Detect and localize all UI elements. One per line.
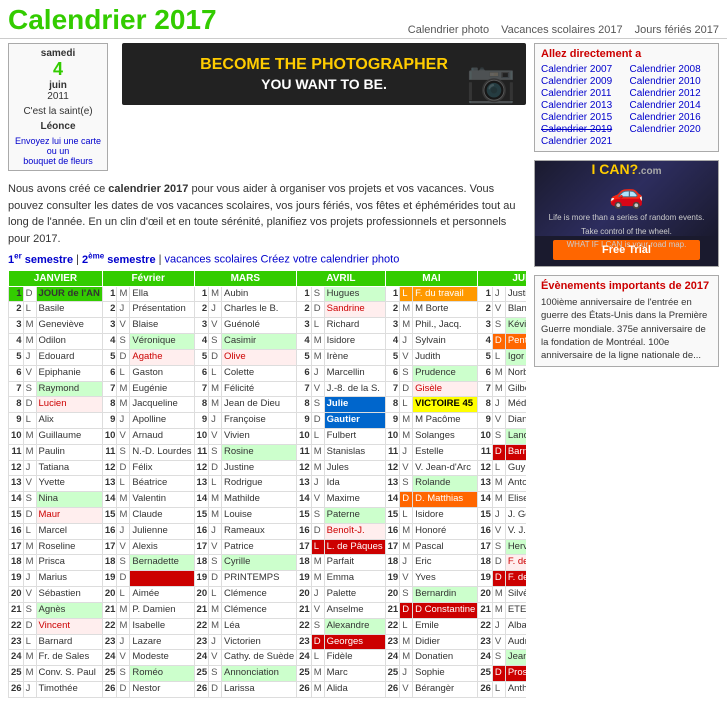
table-row: 1DJOUR de l'AN 1MElla 1MAubin 1SHugues 1… xyxy=(9,286,527,302)
nav-jours-feries[interactable]: Jours fériés 2017 xyxy=(635,24,719,36)
table-row: 9LAlix 9JApolline 9JFrançoise 9DGautier … xyxy=(9,413,527,429)
table-row: 14SNina 14MValentin 14MMathilde 14VMaxim… xyxy=(9,492,527,508)
events-box: Évènements importants de 2017 100ième an… xyxy=(534,275,719,367)
table-row: 6VEpiphanie 6LGaston 6LColette 6JMarcell… xyxy=(9,365,527,381)
sidebar-link-2011[interactable]: Calendrier 2011 xyxy=(541,88,624,99)
banner-ad: BECOME THE PHOTOGRAPHER YOU WANT TO BE. … xyxy=(122,43,526,105)
sidebar-link-2010[interactable]: Calendrier 2010 xyxy=(630,76,713,87)
bouquet-link[interactable]: bouquet de fleurs xyxy=(23,156,93,166)
table-row: 21SAgnès 21MP. Damien 21MClémence 21VAns… xyxy=(9,602,527,618)
page-header: Calendrier 2017 Calendrier photo Vacance… xyxy=(0,0,727,39)
table-row: 24MFr. de Sales 24VModeste 24VCathy. de … xyxy=(9,650,527,666)
sidebar-link-2016[interactable]: Calendrier 2016 xyxy=(630,112,713,123)
events-text: 100ième anniversaire de l'entrée en guer… xyxy=(541,296,712,362)
sidebar-link-2015[interactable]: Calendrier 2015 xyxy=(541,112,624,123)
sidebar-link-2019[interactable]: Calendrier 2019 xyxy=(541,124,624,135)
month-jan-header: JANVIER xyxy=(9,270,103,286)
table-row: 13VYvette 13LBéatrice 13LRodrigue 13JIda… xyxy=(9,476,527,492)
sidebar-link-2014[interactable]: Calendrier 2014 xyxy=(630,100,713,111)
sidebar-link-2013[interactable]: Calendrier 2013 xyxy=(541,100,624,111)
page-title: Calendrier 2017 xyxy=(8,4,217,36)
intro-bold: calendrier 2017 xyxy=(108,183,188,195)
table-row: 18MPrisca 18SBernadette 18SCyrille 18MPa… xyxy=(9,555,527,571)
saint-links: Envoyez lui une carte ou un bouquet de f… xyxy=(15,136,101,166)
banner-line2: YOU WANT TO BE. xyxy=(200,75,448,93)
month-feb-header: Février xyxy=(102,270,194,286)
table-row: 5JEdouard 5DAgathe 5DOlive 5MIrène 5VJud… xyxy=(9,349,527,365)
table-row: 3MGeneviève 3VBlaise 3VGuénolé 3LRichard… xyxy=(9,318,527,334)
ad-box: WHAT IFI CAN?.com 🚗 Life is more than a … xyxy=(534,160,719,267)
banner-line1: BECOME THE PHOTOGRAPHER xyxy=(200,55,448,76)
table-row: 19JMarius 19DCarême 19DPRINTEMPS 19MEmma… xyxy=(9,571,527,587)
ad-image-area: WHAT IFI CAN?.com 🚗 Life is more than a … xyxy=(535,161,718,236)
calendar-table: JANVIER Février MARS AVRIL MAI JUIN 1DJO… xyxy=(8,270,526,698)
left-content: samedi 4 juin 2011 C'est la saint(e) Léo… xyxy=(8,43,526,698)
saint-label: C'est la saint(e) xyxy=(15,106,101,117)
sidebar-links-box: Allez directement a Calendrier 2007 Cale… xyxy=(534,43,719,152)
nav-vacances[interactable]: Vacances scolaires 2017 xyxy=(501,24,622,36)
table-row: 25MConv. S. Paul 25SRoméo 25SAnnonciatio… xyxy=(9,666,527,682)
table-row: 15DMaur 15MClaude 15MLouise 15SPaterne 1… xyxy=(9,508,527,524)
table-row: 22DVincent 22MIsabelle 22MLéa 22SAlexand… xyxy=(9,618,527,634)
carte-link[interactable]: carte xyxy=(81,136,101,146)
saint-year: 2011 xyxy=(15,91,101,102)
table-row: 16LMarcel 16JJulienne 16JRameaux 16DBeno… xyxy=(9,523,527,539)
nav-calendrier-photo[interactable]: Calendrier photo xyxy=(408,24,489,36)
table-row: 10MGuillaume 10VArnaud 10VVivien 10LFulb… xyxy=(9,428,527,444)
sidebar-link-2009[interactable]: Calendrier 2009 xyxy=(541,76,624,87)
month-jun-header: JUIN xyxy=(478,270,526,286)
sidebar-link-2012[interactable]: Calendrier 2012 xyxy=(630,88,713,99)
calendar: JANVIER Février MARS AVRIL MAI JUIN 1DJO… xyxy=(8,270,526,698)
intro-paragraph: Nous avons créé ce calendrier 2017 pour … xyxy=(8,181,526,247)
ad-title: WHAT IFI CAN?.com xyxy=(549,160,705,177)
table-row: 26JTimothée 26DNestor 26DLarissa 26MAlid… xyxy=(9,681,527,697)
sidebar-link-2021[interactable]: Calendrier 2021 xyxy=(541,136,624,147)
vacances-link[interactable]: vacances scolaires xyxy=(165,254,258,266)
semester-nav: 1er semestre | 2ème semestre | vacances … xyxy=(8,251,526,266)
saint-box: samedi 4 juin 2011 C'est la saint(e) Léo… xyxy=(8,43,108,171)
table-row: 20VSébastien 20LAimée 20LClémence 20JPal… xyxy=(9,587,527,603)
create-cal-link[interactable]: Créez votre calendrier photo xyxy=(261,254,400,266)
month-mar-header: MARS xyxy=(194,270,297,286)
header-nav: Calendrier photo Vacances scolaires 2017… xyxy=(408,24,719,36)
main-layout: samedi 4 juin 2011 C'est la saint(e) Léo… xyxy=(0,39,727,702)
sidebar-title: Allez directement a xyxy=(541,48,712,60)
saint-name: Léonce xyxy=(15,121,101,132)
car-icon: 🚗 xyxy=(549,177,705,210)
month-apr-header: AVRIL xyxy=(297,270,386,286)
saint-date: 4 xyxy=(15,59,101,80)
table-row: 23LBarnard 23JLazare 23JVictorien 23DGeo… xyxy=(9,634,527,650)
saint-month: juin xyxy=(15,80,101,91)
sidebar-link-2020[interactable]: Calendrier 2020 xyxy=(630,124,713,135)
right-sidebar: Allez directement a Calendrier 2007 Cale… xyxy=(534,43,719,698)
saint-day: samedi xyxy=(15,48,101,59)
month-may-header: MAI xyxy=(385,270,478,286)
table-row: 2LBasile 2JPrésentation 2JCharles le B. … xyxy=(9,302,527,318)
table-row: 8DLucien 8MJacqueline 8MJean de Dieu 8SJ… xyxy=(9,397,527,413)
sem2-link[interactable]: 2ème semestre xyxy=(82,254,156,266)
ad-body1: Life is more than a series of random eve… xyxy=(549,213,705,223)
table-row: 7SRaymond 7MEugénie 7MFélicité 7VJ.-8. d… xyxy=(9,381,527,397)
table-row: 4MOdilon 4SVéronique 4SCasimir 4MIsidore… xyxy=(9,334,527,350)
events-title: Évènements importants de 2017 xyxy=(541,280,712,292)
table-row: 12JTatiana 12DFélix 12DJustine 12MJules … xyxy=(9,460,527,476)
sidebar-link-2008[interactable]: Calendrier 2008 xyxy=(630,64,713,75)
sidebar-link-2007[interactable]: Calendrier 2007 xyxy=(541,64,624,75)
sidebar-link-grid: Calendrier 2007 Calendrier 2008 Calendri… xyxy=(541,64,712,147)
ad-content: WHAT IFI CAN?.com 🚗 Life is more than a … xyxy=(549,160,705,250)
sem1-link[interactable]: 1er semestre xyxy=(8,254,73,266)
photographer-icon: 📷 xyxy=(466,58,516,105)
table-row: 11MPaulin 11SN.-D. Lourdes 11SRosine 11M… xyxy=(9,444,527,460)
table-row: 17MRoseline 17VAlexis 17VPatrice 17LL. d… xyxy=(9,539,527,555)
ad-body2: Take control of the wheel. xyxy=(549,227,705,237)
